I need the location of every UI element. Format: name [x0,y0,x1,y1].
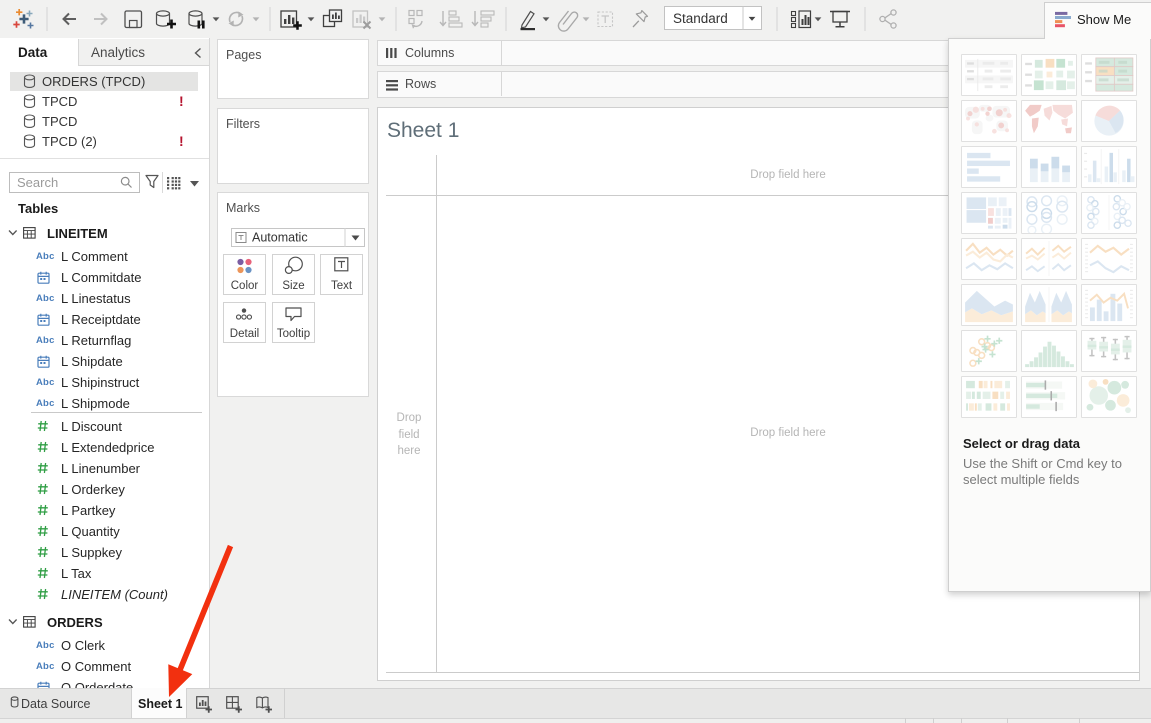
svg-text:Standard: Standard [673,11,728,26]
svg-text:Automatic: Automatic [252,231,308,245]
svg-text:Show Me: Show Me [1077,12,1131,27]
